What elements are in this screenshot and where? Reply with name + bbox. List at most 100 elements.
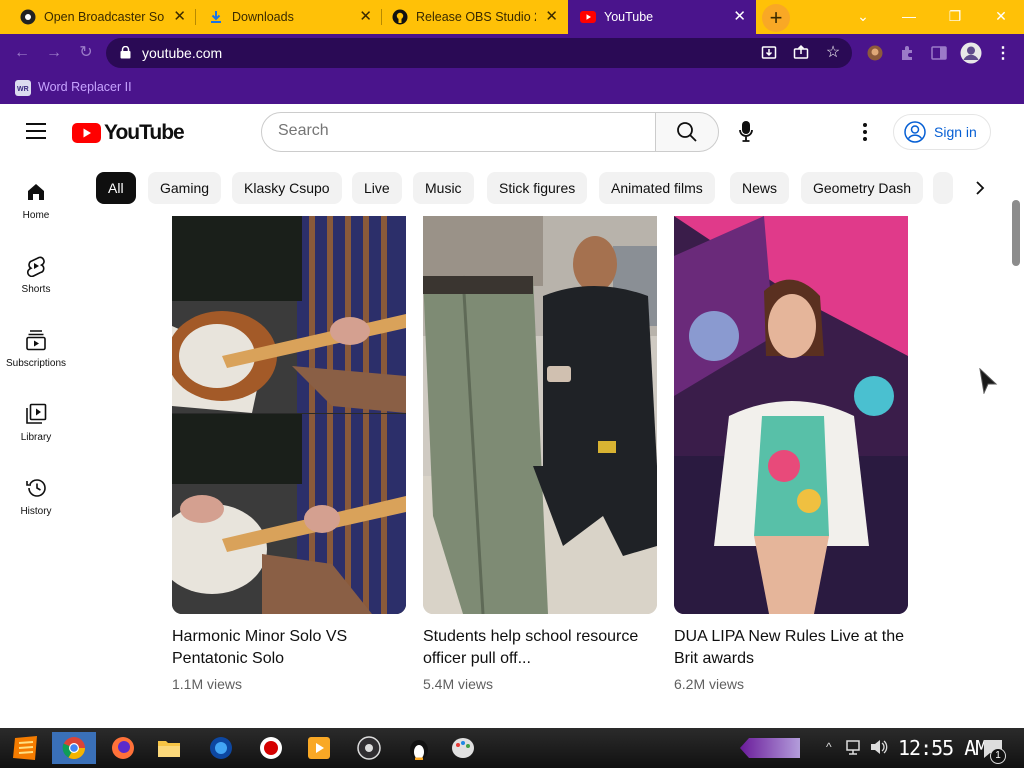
taskbar-media-player[interactable] (302, 732, 336, 764)
tab-title: Open Broadcaster Software (44, 10, 164, 24)
tab-search-icon[interactable]: ⌄ (851, 5, 875, 27)
taskbar-penguin-app[interactable] (402, 732, 436, 764)
obs-icon (20, 9, 36, 25)
chip-live[interactable]: Live (352, 172, 402, 204)
url-text: youtube.com (142, 45, 223, 61)
hamburger-menu-icon[interactable] (26, 123, 46, 139)
minimize-button[interactable]: — (897, 5, 921, 27)
tab-title: YouTube (604, 10, 654, 24)
chip-partial[interactable] (933, 172, 953, 204)
taskbar-obs[interactable] (352, 732, 386, 764)
install-app-icon[interactable] (760, 43, 778, 61)
folder-icon (158, 741, 180, 757)
sidebar-item-label: Home (22, 210, 50, 221)
sidebar-item-label: Subscriptions (5, 358, 67, 369)
sidebar-item-subscriptions[interactable]: Subscriptions (0, 328, 72, 369)
download-icon (208, 9, 224, 25)
tab-title: Release OBS Studio 28 (416, 10, 536, 24)
short-thumbnail-officer[interactable] (423, 216, 657, 614)
app-sphere-icon (210, 737, 232, 759)
search-input[interactable] (278, 122, 638, 140)
page-scrollbar[interactable] (1012, 200, 1020, 266)
home-icon (24, 180, 48, 204)
bookmark-star-icon[interactable]: ☆ (824, 43, 842, 61)
penguin-icon (410, 740, 428, 760)
taskbar-clock[interactable]: 12:55 AM (898, 736, 987, 760)
sign-in-label: Sign in (934, 124, 977, 140)
close-icon[interactable]: ✕ (173, 9, 186, 25)
chip-music[interactable]: Music (413, 172, 474, 204)
side-panel-icon[interactable] (930, 44, 948, 62)
bookmark-word-replacer[interactable]: Word Replacer II (38, 80, 132, 94)
short-thumbnail-guitar[interactable] (172, 216, 406, 614)
microphone-icon (739, 121, 753, 142)
profile-avatar-icon[interactable] (960, 42, 982, 64)
tab-github[interactable]: Release OBS Studio 28 ✕ (382, 0, 568, 34)
voice-search-button[interactable] (734, 120, 758, 144)
sign-in-button[interactable]: Sign in (893, 114, 991, 150)
youtube-masthead: YouTube Sign in (0, 104, 1024, 160)
taskbar-firefox[interactable] (106, 732, 140, 764)
firefox-icon (112, 737, 134, 759)
sidebar-item-library[interactable]: Library (0, 402, 72, 443)
tab-obs[interactable]: Open Broadcaster Software ✕ (0, 0, 196, 34)
taskbar-paint[interactable] (446, 732, 480, 764)
paint-palette-icon (452, 738, 474, 758)
close-window-button[interactable]: ✕ (989, 5, 1013, 27)
share-icon[interactable] (792, 43, 810, 61)
restore-button[interactable]: ❐ (943, 5, 967, 27)
settings-more-button[interactable] (855, 120, 875, 144)
chip-animated-films[interactable]: Animated films (599, 172, 715, 204)
history-icon (24, 476, 48, 500)
account-icon (904, 121, 926, 143)
youtube-logo[interactable]: YouTube (72, 121, 185, 145)
media-player-icon (308, 737, 330, 759)
taskbar-file-explorer[interactable] (152, 732, 186, 764)
logo-text: YouTube (104, 121, 185, 144)
tray-chevron-icon[interactable]: ^ (826, 740, 832, 754)
sidebar-item-label: History (20, 506, 52, 517)
chip-news[interactable]: News (730, 172, 790, 204)
extensions-icon[interactable] (898, 44, 916, 62)
browser-toolbar: ← → ↻ youtube.com ☆ ⋮ (0, 34, 1024, 72)
sidebar-item-history[interactable]: History (0, 476, 72, 517)
more-vertical-icon (863, 123, 867, 141)
short-views: 1.1M views (172, 676, 243, 692)
search-button[interactable] (655, 112, 719, 152)
search-box[interactable] (261, 112, 656, 152)
kebab-menu-icon[interactable]: ⋮ (994, 44, 1012, 62)
chip-gaming[interactable]: Gaming (148, 172, 222, 204)
volume-icon[interactable] (870, 739, 888, 760)
sidebar-item-shorts[interactable]: Shorts (0, 254, 72, 295)
close-icon[interactable]: ✕ (733, 9, 746, 25)
lock-icon[interactable] (120, 45, 131, 64)
short-title[interactable]: Students help school resource officer pu… (423, 626, 657, 670)
chip-klasky-csupo[interactable]: Klasky Csupo (232, 172, 342, 204)
chips-next-button[interactable] (968, 176, 992, 200)
short-thumbnail-dua-lipa[interactable] (674, 216, 908, 614)
start-button[interactable] (6, 732, 46, 764)
back-button[interactable]: ← (12, 43, 32, 63)
word-replacer-icon: WR (14, 79, 32, 102)
new-tab-button[interactable]: + (762, 4, 790, 32)
chip-all[interactable]: All (96, 172, 136, 204)
chip-geometry-dash[interactable]: Geometry Dash (801, 172, 924, 204)
bookmarks-bar: WR Word Replacer II (0, 72, 1024, 104)
tab-strip: Open Broadcaster Software ✕ Downloads ✕ … (0, 0, 1024, 34)
tab-downloads[interactable]: Downloads ✕ (196, 0, 382, 34)
short-title[interactable]: DUA LIPA New Rules Live at the Brit awar… (674, 626, 908, 670)
close-icon[interactable]: ✕ (359, 9, 372, 25)
tab-youtube[interactable]: YouTube ✕ (568, 0, 756, 34)
taskbar-chrome[interactable] (52, 732, 96, 764)
chip-stick-figures[interactable]: Stick figures (487, 172, 588, 204)
profile-extension-icon[interactable] (866, 44, 884, 62)
network-icon[interactable] (846, 740, 864, 761)
forward-button[interactable]: → (44, 43, 64, 63)
short-title[interactable]: Harmonic Minor Solo VS Pentatonic Solo (172, 626, 406, 670)
close-icon[interactable]: ✕ (545, 9, 558, 25)
taskbar-app-blue[interactable] (204, 732, 238, 764)
address-bar[interactable]: youtube.com ☆ (106, 38, 852, 68)
taskbar-recorder[interactable] (254, 732, 288, 764)
reload-button[interactable]: ↻ (76, 43, 96, 63)
sidebar-item-home[interactable]: Home (0, 180, 72, 221)
